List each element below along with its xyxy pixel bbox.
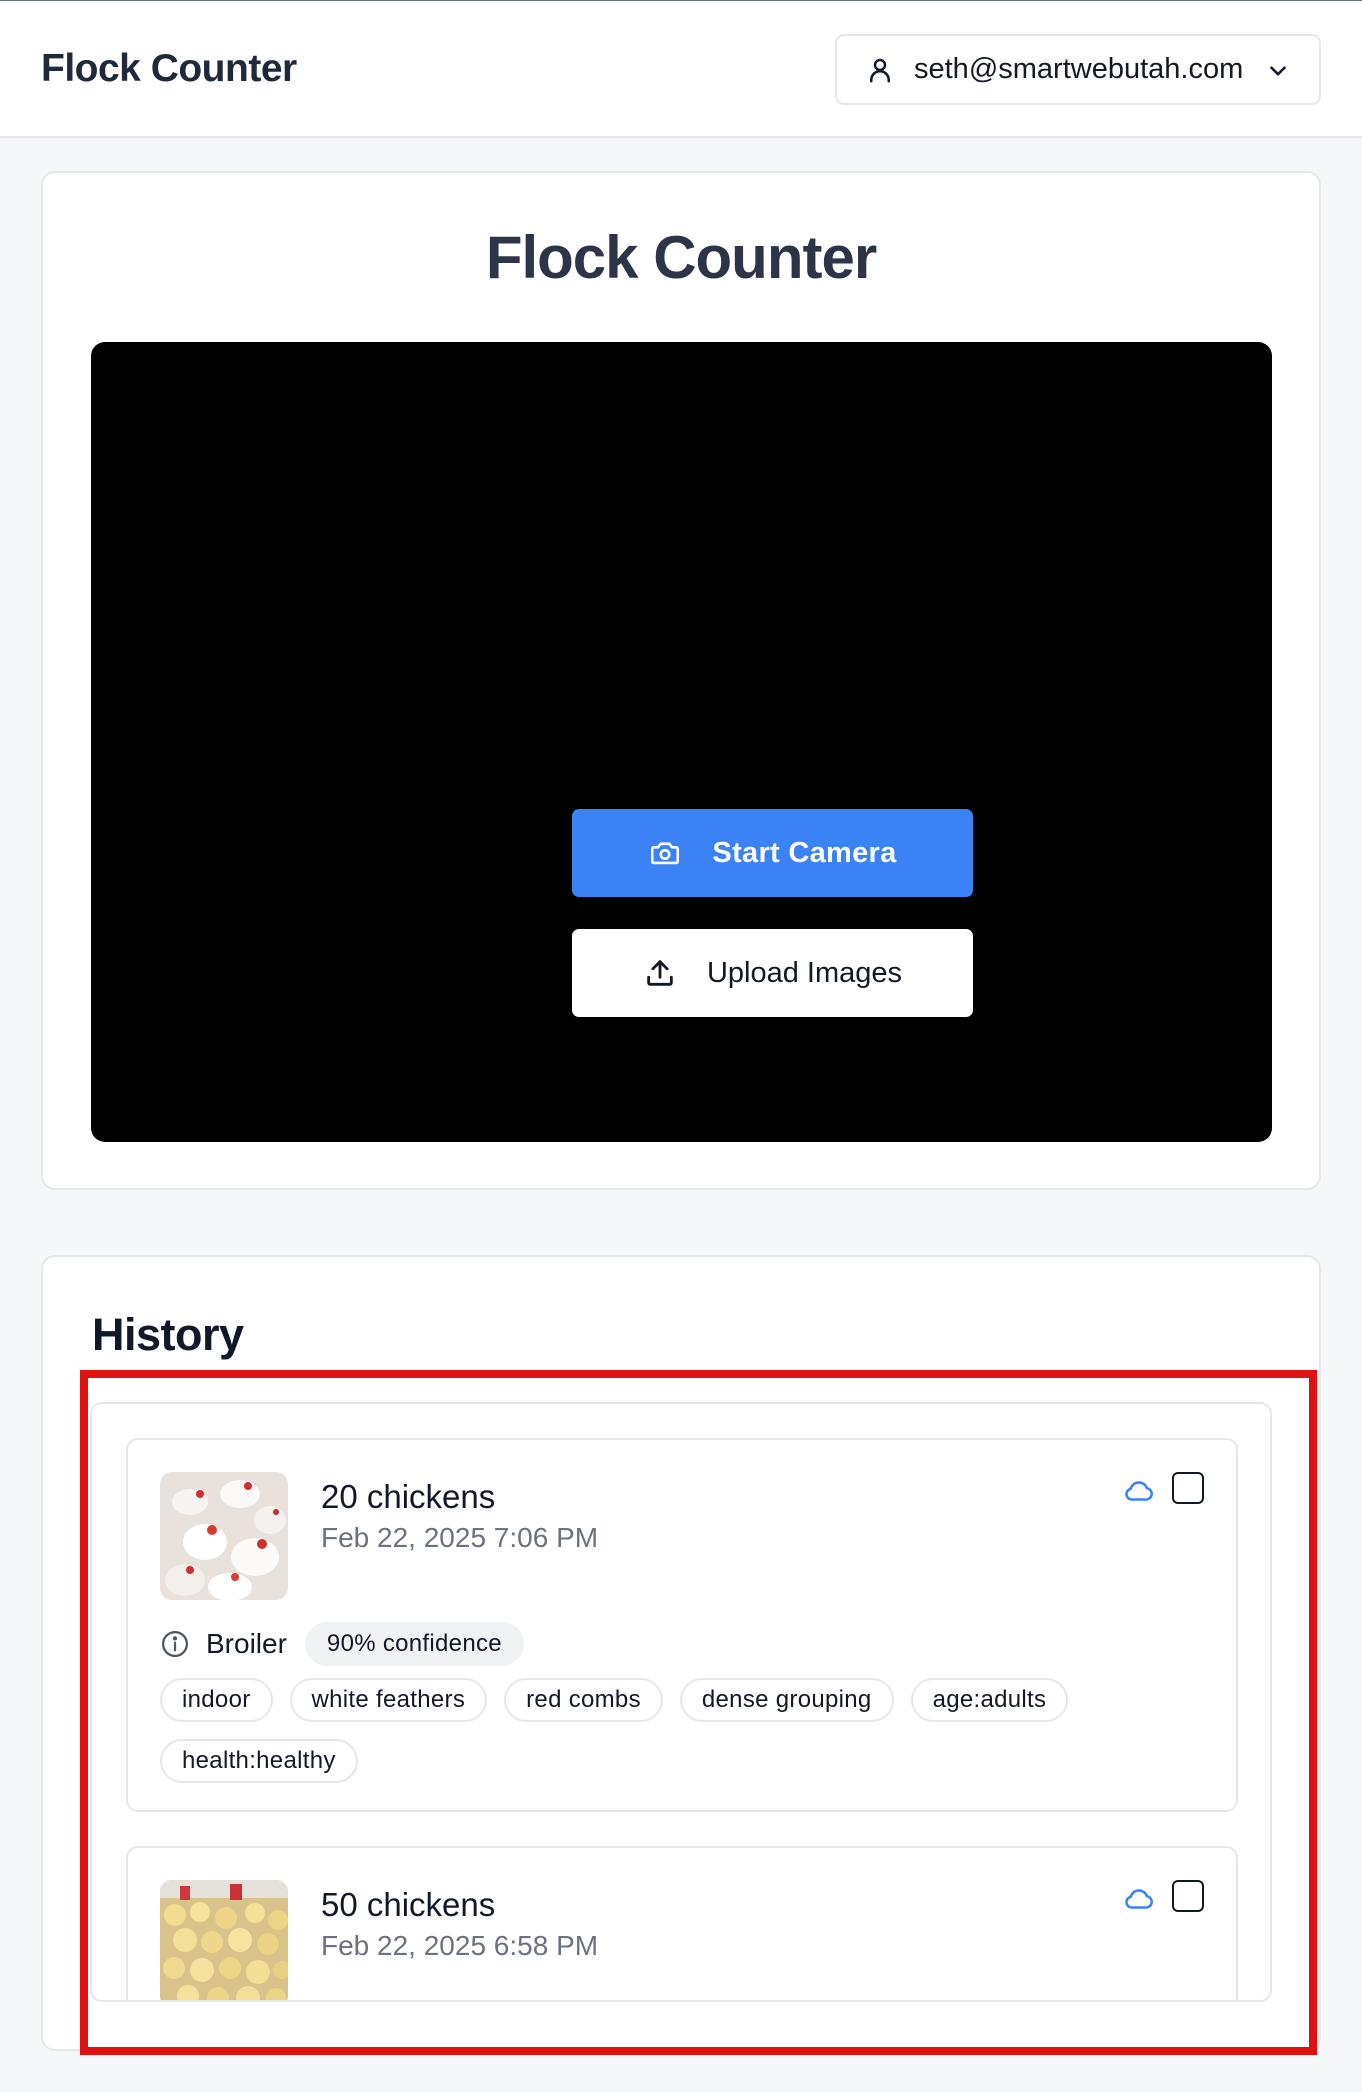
select-checkbox[interactable] — [1172, 1472, 1204, 1504]
upload-images-button[interactable]: Upload Images — [572, 929, 973, 1017]
tag-list: indoor white feathers red combs dense gr… — [160, 1678, 1210, 1783]
start-camera-button[interactable]: Start Camera — [572, 809, 973, 897]
upload-images-label: Upload Images — [706, 956, 903, 989]
cloud-icon[interactable] — [1122, 1474, 1156, 1508]
capture-card: Flock Counter Start Camera Upload Images — [41, 171, 1321, 1190]
page-title: Flock Counter — [485, 224, 877, 291]
account-email: seth@smartwebutah.com — [914, 53, 1244, 85]
history-list[interactable]: 20 chickens Feb 22, 2025 7:06 PM Broiler… — [90, 1402, 1272, 2002]
chick-thumbnail — [160, 1880, 288, 2000]
user-icon — [870, 58, 890, 82]
top-bar: Flock Counter seth@smartwebutah.com — [0, 0, 1362, 138]
tag: indoor — [160, 1678, 273, 1722]
info-icon[interactable] — [160, 1629, 190, 1659]
breed-row: Broiler 90% confidence — [160, 1622, 524, 1666]
tag: age:adults — [910, 1678, 1069, 1722]
breed-label: Broiler — [206, 1628, 287, 1659]
chicken-count: 50 chickens — [321, 1886, 496, 1923]
entry-date: Feb 22, 2025 7:06 PM — [321, 1522, 599, 1553]
upload-icon — [647, 960, 673, 986]
app-brand[interactable]: Flock Counter — [41, 47, 297, 91]
history-title: History — [92, 1309, 244, 1360]
history-entry[interactable]: 20 chickens Feb 22, 2025 7:06 PM Broiler… — [126, 1438, 1238, 1812]
start-camera-label: Start Camera — [712, 836, 897, 869]
camera-icon — [651, 842, 680, 865]
select-checkbox[interactable] — [1172, 1880, 1204, 1912]
history-entry[interactable]: 50 chickens Feb 22, 2025 6:58 PM — [126, 1846, 1238, 2000]
account-menu-button[interactable]: seth@smartwebutah.com — [835, 34, 1321, 105]
cloud-icon[interactable] — [1122, 1882, 1156, 1916]
entry-date: Feb 22, 2025 6:58 PM — [321, 1930, 599, 1961]
tag: dense grouping — [679, 1678, 894, 1722]
confidence-badge: 90% confidence — [304, 1622, 524, 1666]
chevron-down-icon — [1270, 66, 1286, 76]
camera-preview: Start Camera Upload Images — [91, 342, 1272, 1142]
tag: white feathers — [289, 1678, 488, 1722]
chicken-count: 20 chickens — [321, 1478, 496, 1515]
tag: red combs — [504, 1678, 663, 1722]
tag: health:healthy — [160, 1739, 358, 1783]
chicken-thumbnail — [160, 1472, 288, 1600]
